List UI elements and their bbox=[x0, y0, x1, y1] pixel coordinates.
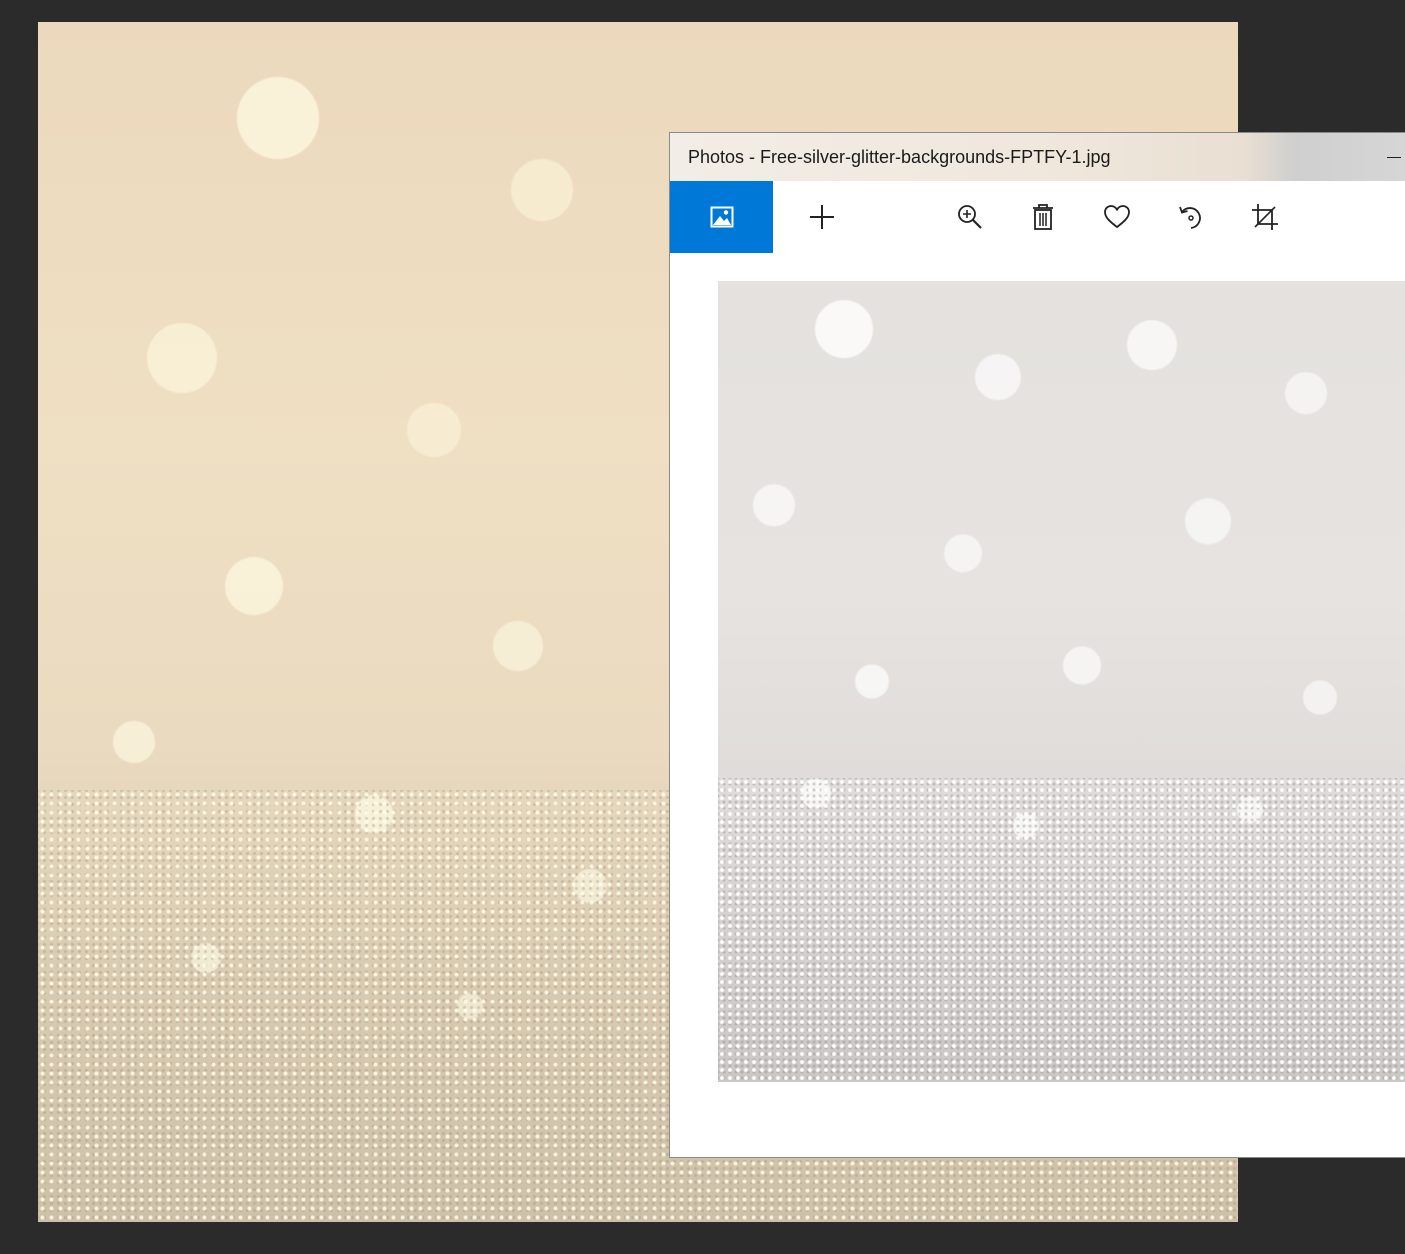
zoom-in-icon bbox=[958, 205, 982, 229]
displayed-photo[interactable] bbox=[718, 281, 1405, 1082]
trash-icon bbox=[1033, 204, 1053, 230]
view-image-button[interactable] bbox=[670, 181, 773, 253]
minimize-button[interactable] bbox=[1375, 133, 1405, 181]
crop-icon bbox=[1252, 204, 1278, 230]
image-icon bbox=[710, 206, 733, 228]
delete-button[interactable] bbox=[1008, 181, 1078, 253]
photos-window: Photos - Free-silver-glitter-backgrounds… bbox=[669, 132, 1405, 1158]
rotate-button[interactable] bbox=[1156, 181, 1226, 253]
window-title: Photos - Free-silver-glitter-backgrounds… bbox=[688, 147, 1111, 167]
toolbar bbox=[670, 181, 1405, 253]
zoom-button[interactable] bbox=[935, 181, 1005, 253]
add-button[interactable] bbox=[787, 181, 857, 253]
crop-button[interactable] bbox=[1230, 181, 1300, 253]
favorite-button[interactable] bbox=[1082, 181, 1152, 253]
minimize-icon bbox=[1387, 156, 1401, 158]
plus-icon bbox=[810, 205, 834, 229]
title-bar[interactable]: Photos - Free-silver-glitter-backgrounds… bbox=[670, 133, 1405, 181]
heart-icon bbox=[1104, 205, 1130, 229]
rotate-icon bbox=[1179, 206, 1201, 229]
